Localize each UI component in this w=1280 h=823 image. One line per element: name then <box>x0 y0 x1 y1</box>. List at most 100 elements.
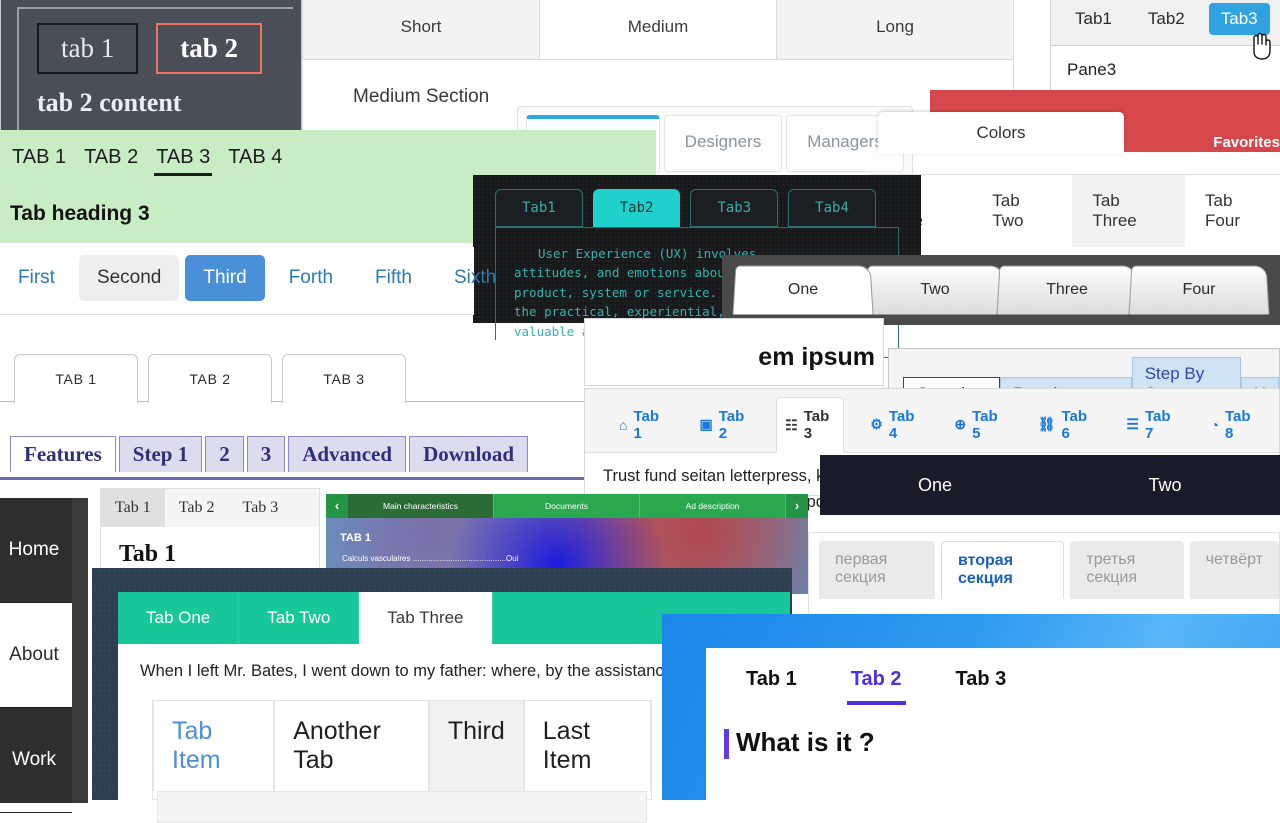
icon-tab-1[interactable]: ⌂ Tab 1 <box>611 397 673 452</box>
green-tab-2[interactable]: TAB 2 <box>82 142 140 176</box>
outline-tab-2[interactable]: TAB 2 <box>148 354 272 403</box>
ru-tab-1[interactable]: первая секция <box>819 541 935 599</box>
icon-tab-1-label: Tab 1 <box>633 407 660 442</box>
ti-tablist: Tab Item Another Tab Third Last Item <box>153 701 652 791</box>
dark-tablist: One Two <box>820 455 1280 515</box>
ti-tab-item[interactable]: Tab Item <box>153 701 275 791</box>
sm3-tab-1[interactable]: Tab 1 <box>101 489 165 527</box>
skew-tab-one[interactable]: One <box>732 265 874 315</box>
blue-tab-2[interactable]: Tab 2 <box>846 664 906 705</box>
tab-tab1[interactable]: Tab1 <box>1063 3 1124 35</box>
pill-tab-sixth[interactable]: Sixth <box>436 255 514 301</box>
teal-tab-one[interactable]: Tab One <box>118 592 240 644</box>
green-tab-1[interactable]: TAB 1 <box>10 142 68 176</box>
icon-tab-3-label: Tab 3 <box>803 408 830 442</box>
serif-tab-2[interactable]: tab 2 <box>156 23 263 74</box>
pill-tab-second[interactable]: Second <box>78 255 180 301</box>
pill-tab-fifth[interactable]: Fifth <box>357 255 430 301</box>
teal-tab-three[interactable]: Tab Three <box>359 592 493 644</box>
nav-item-about[interactable]: About <box>0 603 83 708</box>
ti-tab-third[interactable]: Third <box>428 701 524 791</box>
sm3-tab-2[interactable]: Tab 2 <box>165 489 229 527</box>
ti-tab-another[interactable]: Another Tab <box>274 701 429 791</box>
lorem-card: em ipsum <box>584 318 884 386</box>
nav-item-work[interactable]: Work <box>0 708 72 813</box>
ru-tab-4[interactable]: четвёрт <box>1189 541 1279 599</box>
tab-colors[interactable]: Colors <box>878 112 1124 154</box>
tab-item-panel: Tab Item Another Tab Third Last Item <box>152 700 652 823</box>
tab-features[interactable]: Features <box>10 436 116 472</box>
carousel-tab-documents[interactable]: Documents <box>494 494 640 518</box>
term-tab-2[interactable]: Tab2 <box>592 189 681 227</box>
dark-tab-one[interactable]: One <box>820 455 1050 515</box>
tab-tab2[interactable]: Tab2 <box>1136 3 1197 35</box>
chevron-right-icon[interactable]: › <box>786 494 808 518</box>
russian-tablist: первая секция вторая секция третья секци… <box>809 533 1279 599</box>
serif-tab-content: tab 2 content <box>37 88 182 117</box>
sm3-tab-3[interactable]: Tab 3 <box>229 489 293 527</box>
skew-tab-bar: One Two Three Four <box>722 255 1280 325</box>
tab-two[interactable]: Tab Two <box>972 175 1072 247</box>
skew-tab-two[interactable]: Two <box>864 265 1006 315</box>
pill-tab-forth[interactable]: Forth <box>271 255 351 301</box>
icon-tablist: ⌂ Tab 1 ▣ Tab 2 ☷ Tab 3 ⚙ Tab 4 ⊕ Tab 5 … <box>585 389 1279 453</box>
term-tab-3[interactable]: Tab3 <box>690 189 779 227</box>
tab-step-2[interactable]: 2 <box>205 436 244 472</box>
serif-tab-1[interactable]: tab 1 <box>37 23 139 74</box>
sm3-heading: Tab 1 <box>119 541 177 567</box>
blue-card-heading: What is it ? <box>706 705 1280 759</box>
lorem-heading: em ipsum <box>758 343 875 371</box>
pill-tab-first[interactable]: First <box>0 255 73 301</box>
ru-tab-2[interactable]: вторая секция <box>941 541 1065 599</box>
chevron-left-icon[interactable]: ‹ <box>326 494 348 518</box>
teal-tab-two[interactable]: Tab Two <box>239 592 360 644</box>
ru-tab-3[interactable]: третья секция <box>1070 541 1184 599</box>
skew-tab-three[interactable]: Three <box>996 265 1138 315</box>
features-tab-bar: Features Step 1 2 3 Advanced Download <box>0 430 584 480</box>
tab-medium[interactable]: Medium <box>540 0 777 59</box>
green-tab-3[interactable]: TAB 3 <box>154 142 213 176</box>
ti-tab-last[interactable]: Last Item <box>523 701 652 791</box>
icon-tab-7[interactable]: ☰ Tab 7 <box>1118 397 1184 452</box>
dark-tab-two[interactable]: Two <box>1050 455 1280 515</box>
tab-advanced[interactable]: Advanced <box>288 436 407 472</box>
tab-step-3[interactable]: 3 <box>246 436 286 472</box>
sml-tablist: Short Medium Long <box>303 0 1013 60</box>
tab-three[interactable]: Tab Three <box>1072 175 1186 247</box>
icon-tab-5[interactable]: ⊕ Tab 5 <box>946 397 1011 452</box>
blue-tab-3[interactable]: Tab 3 <box>952 664 1011 705</box>
outline-tab-1[interactable]: TAB 1 <box>14 354 138 403</box>
jq-pane-label: Pane3 <box>1067 60 1117 79</box>
icon-tab-4-label: Tab 4 <box>888 407 915 442</box>
tab-step-1[interactable]: Step 1 <box>118 436 203 472</box>
icon-tab-4[interactable]: ⚙ Tab 4 <box>862 397 928 452</box>
jq-tablist: Tab1 Tab2 Tab3 <box>1051 0 1280 46</box>
tab-download[interactable]: Download <box>409 436 529 472</box>
tab-designers[interactable]: Designers <box>663 115 783 172</box>
icon-tab-8[interactable]: ◔ Tab 8 <box>1203 397 1265 452</box>
skew-tablist: One Two Three Four <box>732 265 1280 315</box>
green-tab-4[interactable]: TAB 4 <box>226 142 284 176</box>
tab-favorites[interactable]: Favorites <box>1213 134 1280 151</box>
blue-tablist: Tab 1 Tab 2 Tab 3 <box>706 648 1280 705</box>
icon-tab-3[interactable]: ☷ Tab 3 <box>776 397 845 453</box>
tab-short[interactable]: Short <box>303 0 540 59</box>
pill-tab-third[interactable]: Third <box>185 255 265 301</box>
icon-tab-2[interactable]: ▣ Tab 2 <box>691 397 758 452</box>
carousel-tab-main[interactable]: Main characteristics <box>348 494 494 518</box>
carousel-tab-ad[interactable]: Ad description <box>640 494 786 518</box>
tab-four[interactable]: Tab Four <box>1185 175 1280 247</box>
icon-tab-6[interactable]: ⛓ Tab 6 <box>1030 397 1101 452</box>
o4-tablist: Tab One Tab Two Tab Three Tab Four <box>871 175 1280 247</box>
tab-long[interactable]: Long <box>777 0 1013 59</box>
carousel-pane-label: TAB 1 <box>340 532 371 544</box>
nav-item-home[interactable]: Home <box>0 498 72 603</box>
skew-tab-four[interactable]: Four <box>1128 265 1270 315</box>
term-tab-4[interactable]: Tab4 <box>788 189 876 227</box>
blue-tab-1[interactable]: Tab 1 <box>742 664 801 705</box>
outline-tab-bar: TAB 1 TAB 2 TAB 3 <box>0 340 592 403</box>
gear-icon: ⚙ <box>870 416 883 432</box>
term-tab-1[interactable]: Tab1 <box>495 189 583 227</box>
dark-tab-bar: One Two <box>820 455 1280 515</box>
outline-tab-3[interactable]: TAB 3 <box>282 354 406 403</box>
